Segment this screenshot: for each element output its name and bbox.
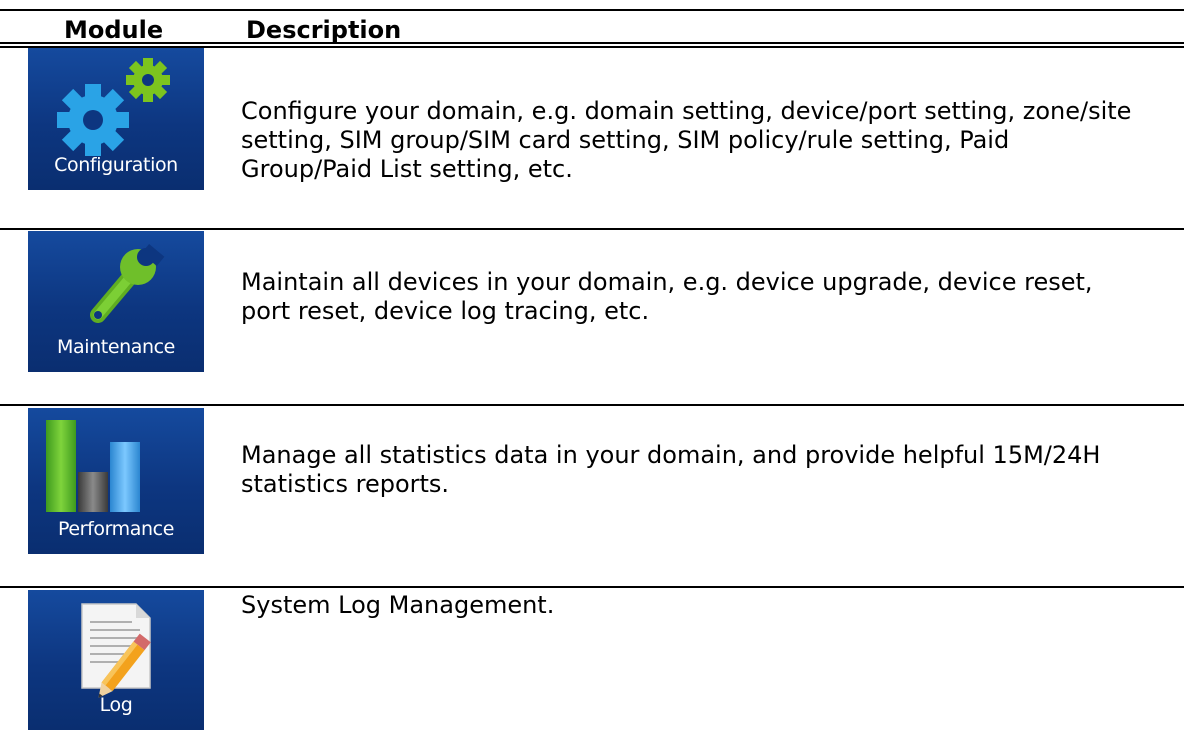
table-top-rule <box>0 9 1184 11</box>
header-module: Module <box>64 16 164 44</box>
header-description: Description <box>246 16 402 44</box>
module-table-page: { "table": { "headers": { "module": "Mod… <box>0 0 1184 742</box>
row-divider <box>0 586 1184 588</box>
maintenance-tile-label: Maintenance <box>57 336 175 358</box>
configuration-tile-label: Configuration <box>54 154 178 176</box>
configuration-description: Configure your domain, e.g. domain setti… <box>241 97 1132 183</box>
row-divider <box>0 228 1184 230</box>
log-tile-label: Log <box>99 694 133 716</box>
maintenance-description: Maintain all devices in your domain, e.g… <box>241 268 1093 325</box>
log-module-tile: Log <box>28 590 204 730</box>
header-rule-top <box>0 42 1184 44</box>
bar-chart-icon <box>46 420 140 512</box>
performance-tile-label: Performance <box>57 518 174 540</box>
gears-icon <box>57 58 170 156</box>
log-description: System Log Management. <box>241 591 555 619</box>
row-divider <box>0 404 1184 406</box>
performance-module-tile: Performance <box>28 408 204 554</box>
document-pencil-icon <box>81 603 151 698</box>
configuration-module-tile: Configuration <box>28 48 204 190</box>
maintenance-module-tile: Maintenance <box>28 231 204 372</box>
performance-description: Manage all statistics data in your domai… <box>241 441 1101 498</box>
wrench-icon <box>90 243 165 323</box>
